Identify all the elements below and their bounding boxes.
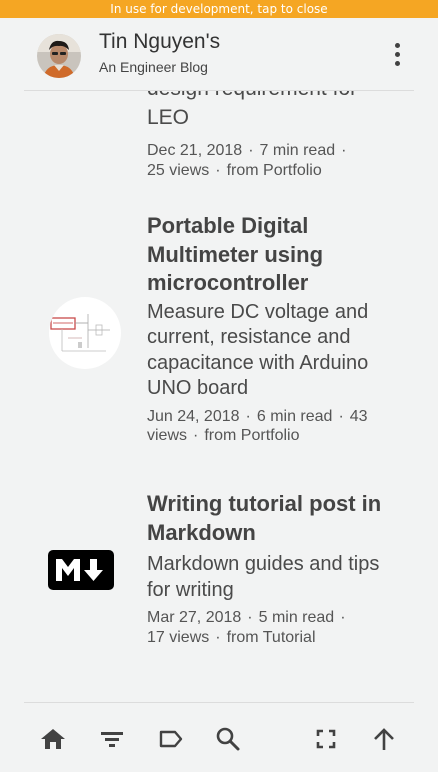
post-title-line: design requirement for — [147, 91, 402, 104]
arrow-up-icon[interactable] — [370, 725, 398, 753]
more-vert-icon[interactable] — [388, 40, 406, 68]
search-icon[interactable] — [214, 725, 242, 753]
filter-icon[interactable] — [98, 725, 126, 753]
fullscreen-icon[interactable] — [312, 725, 340, 753]
post-views: 17 views — [147, 628, 210, 646]
post-views-count: 43 — [349, 407, 368, 425]
post-body: design requirement for LEO Dec 21, 2018·… — [147, 91, 402, 180]
post-meta: Mar 27, 2018 · 5 min read · 17 views · from T… — [147, 609, 346, 646]
post-date: Dec 21, 2018 — [147, 142, 243, 159]
post-title-line: LEO — [147, 105, 190, 129]
post-title[interactable]: Writing tutorial post in Markdown — [147, 490, 402, 547]
post-body: Portable Digital Multimeter using microc… — [147, 212, 402, 446]
post-body: Writing tutorial post in Markdown Markdo… — [147, 490, 402, 647]
post-feed[interactable]: design requirement for LEO Dec 21, 2018·… — [0, 91, 438, 703]
post-title[interactable]: design requirement for LEO — [147, 91, 402, 132]
post-category[interactable]: from Portfolio — [227, 162, 322, 179]
post-title[interactable]: Portable Digital Multimeter using microc… — [147, 212, 402, 298]
tag-icon[interactable] — [157, 725, 185, 753]
markdown-logo[interactable] — [48, 550, 114, 595]
post-read-time: 7 min read — [259, 142, 336, 159]
post-read-time: 5 min read — [258, 609, 335, 626]
post-meta: Jun 24, 2018 · 6 min read · 43 views · from Po… — [147, 407, 368, 445]
app-header: Tin Nguyen's An Engineer Blog — [0, 18, 438, 91]
circuit-schematic-thumbnail[interactable] — [48, 296, 122, 375]
post-date: Jun 24, 2018 — [147, 407, 240, 425]
avatar[interactable] — [37, 34, 81, 78]
post-category[interactable]: from Tutorial — [227, 629, 316, 646]
post-meta: Dec 21, 2018 · 7 min read · 25 views · from P… — [147, 142, 347, 179]
home-icon[interactable] — [39, 725, 67, 753]
site-subtitle: An Engineer Blog — [99, 59, 208, 75]
post-views: 25 views — [147, 161, 210, 179]
post-excerpt: Measure DC voltage and current, resistan… — [147, 300, 369, 400]
header-divider — [24, 90, 414, 91]
bottom-nav — [0, 703, 438, 772]
post-excerpt: Markdown guides and tips for writing — [147, 553, 380, 601]
post-views-label: views — [147, 427, 188, 444]
post-category[interactable]: from Portfolio — [204, 427, 299, 444]
post-date: Mar 27, 2018 — [147, 609, 242, 626]
dev-banner[interactable]: In use for development, tap to close — [0, 0, 438, 18]
site-title[interactable]: Tin Nguyen's — [99, 30, 220, 54]
post-read-time: 6 min read — [256, 407, 333, 425]
